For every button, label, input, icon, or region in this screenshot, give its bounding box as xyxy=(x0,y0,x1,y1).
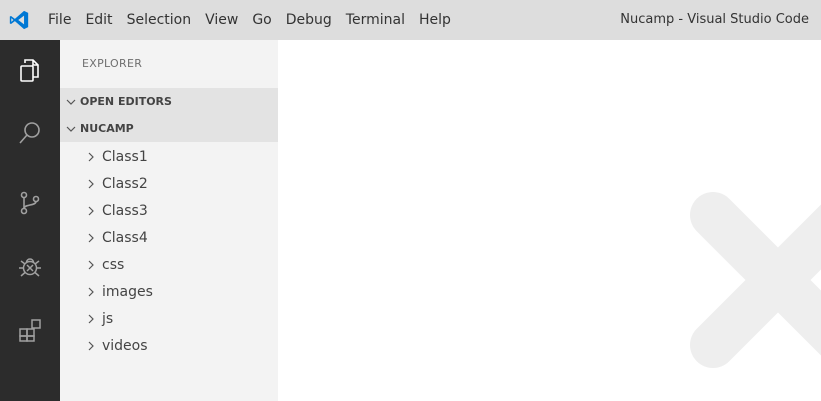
source-control-icon[interactable] xyxy=(15,188,45,218)
menu-file[interactable]: File xyxy=(48,12,71,28)
menu-debug[interactable]: Debug xyxy=(286,12,332,28)
tree-item-css[interactable]: css xyxy=(60,251,278,278)
chevron-right-icon xyxy=(88,152,94,161)
menu-view[interactable]: View xyxy=(205,12,238,28)
extensions-icon[interactable] xyxy=(15,315,45,345)
chevron-right-icon xyxy=(88,179,94,188)
tree-item-label: Class2 xyxy=(102,175,148,192)
section-nucamp[interactable]: NUCAMP xyxy=(60,115,278,142)
vscode-watermark-icon xyxy=(690,192,821,368)
chevron-right-icon xyxy=(88,314,94,323)
chevron-right-icon xyxy=(88,287,94,296)
editor-area[interactable] xyxy=(278,40,821,401)
section-label: OPEN EDITORS xyxy=(80,95,172,108)
chevron-down-icon xyxy=(66,126,76,132)
tree-item-class2[interactable]: Class2 xyxy=(60,170,278,197)
tree-item-class1[interactable]: Class1 xyxy=(60,143,278,170)
tree-item-label: Class1 xyxy=(102,148,148,165)
files-icon[interactable] xyxy=(15,55,45,85)
section-label: NUCAMP xyxy=(80,122,134,135)
title-bar: File Edit Selection View Go Debug Termin… xyxy=(0,0,821,40)
section-open-editors[interactable]: OPEN EDITORS xyxy=(60,88,278,115)
tree-item-label: videos xyxy=(102,337,148,354)
tree-item-label: Class3 xyxy=(102,202,148,219)
search-icon[interactable] xyxy=(15,118,45,148)
explorer-sidebar: EXPLORER OPEN EDITORS NUCAMP Class1 Clas… xyxy=(60,40,278,401)
tree-item-videos[interactable]: videos xyxy=(60,332,278,359)
explorer-title: EXPLORER xyxy=(82,57,143,70)
window-title: Nucamp - Visual Studio Code xyxy=(620,12,809,27)
tree-item-label: css xyxy=(102,256,125,273)
vscode-logo-icon xyxy=(9,10,29,30)
tree-item-class4[interactable]: Class4 xyxy=(60,224,278,251)
tree-item-label: Class4 xyxy=(102,229,148,246)
menu-edit[interactable]: Edit xyxy=(85,12,112,28)
tree-item-js[interactable]: js xyxy=(60,305,278,332)
menu-go[interactable]: Go xyxy=(252,12,271,28)
menu-selection[interactable]: Selection xyxy=(127,12,192,28)
tree-item-label: images xyxy=(102,283,153,300)
menu-terminal[interactable]: Terminal xyxy=(346,12,405,28)
debug-icon[interactable] xyxy=(15,252,45,282)
tree-item-images[interactable]: images xyxy=(60,278,278,305)
chevron-right-icon xyxy=(88,260,94,269)
chevron-right-icon xyxy=(88,233,94,242)
activity-bar xyxy=(0,40,60,401)
tree-item-label: js xyxy=(102,310,114,327)
tree-item-class3[interactable]: Class3 xyxy=(60,197,278,224)
chevron-down-icon xyxy=(66,99,76,105)
vscode-window: File Edit Selection View Go Debug Termin… xyxy=(0,0,821,401)
chevron-right-icon xyxy=(88,341,94,350)
chevron-right-icon xyxy=(88,206,94,215)
menu-help[interactable]: Help xyxy=(419,12,451,28)
